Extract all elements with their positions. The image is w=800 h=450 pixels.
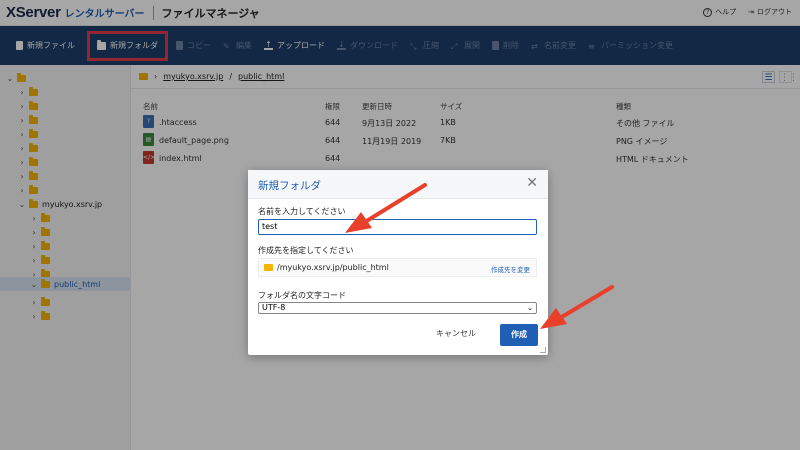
close-icon[interactable]: ✕ [526,176,538,190]
resize-handle-icon[interactable] [540,347,546,353]
cancel-button[interactable]: キャンセル [436,328,476,339]
dialog-title: 新規フォルダ [258,180,321,192]
folder-name-input[interactable]: test [258,219,537,235]
encoding-select[interactable]: UTF-8 ⌄ [258,302,537,314]
name-field-label: 名前を入力してください [258,207,346,216]
dialog-header: 新規フォルダ ✕ [248,170,548,199]
destination-path-text: /myukyo.xsrv.jp/public_html [277,263,389,272]
encoding-label: フォルダ名の文字コード [258,291,346,300]
change-destination-link[interactable]: 作成先を変更 [491,264,530,274]
create-button[interactable]: 作成 [500,324,538,346]
chevron-down-icon: ⌄ [527,304,533,312]
new-folder-dialog: 新規フォルダ ✕ 名前を入力してください test 作成先を指定してください /… [248,170,548,355]
folder-icon [264,264,273,271]
destination-path: /myukyo.xsrv.jp/public_html 作成先を変更 [258,258,537,277]
destination-label: 作成先を指定してください [258,246,354,255]
encoding-value: UTF-8 [262,303,286,312]
